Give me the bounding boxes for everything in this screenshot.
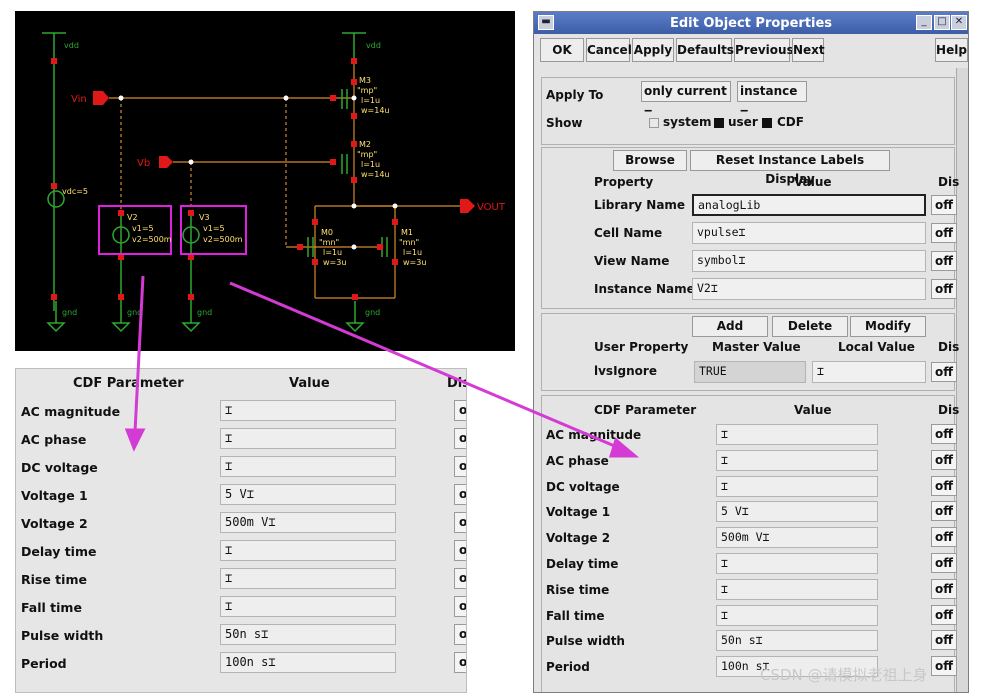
watermark: CSDN @请模拟老祖上身 <box>760 666 928 684</box>
annotation-arrows <box>124 275 640 458</box>
